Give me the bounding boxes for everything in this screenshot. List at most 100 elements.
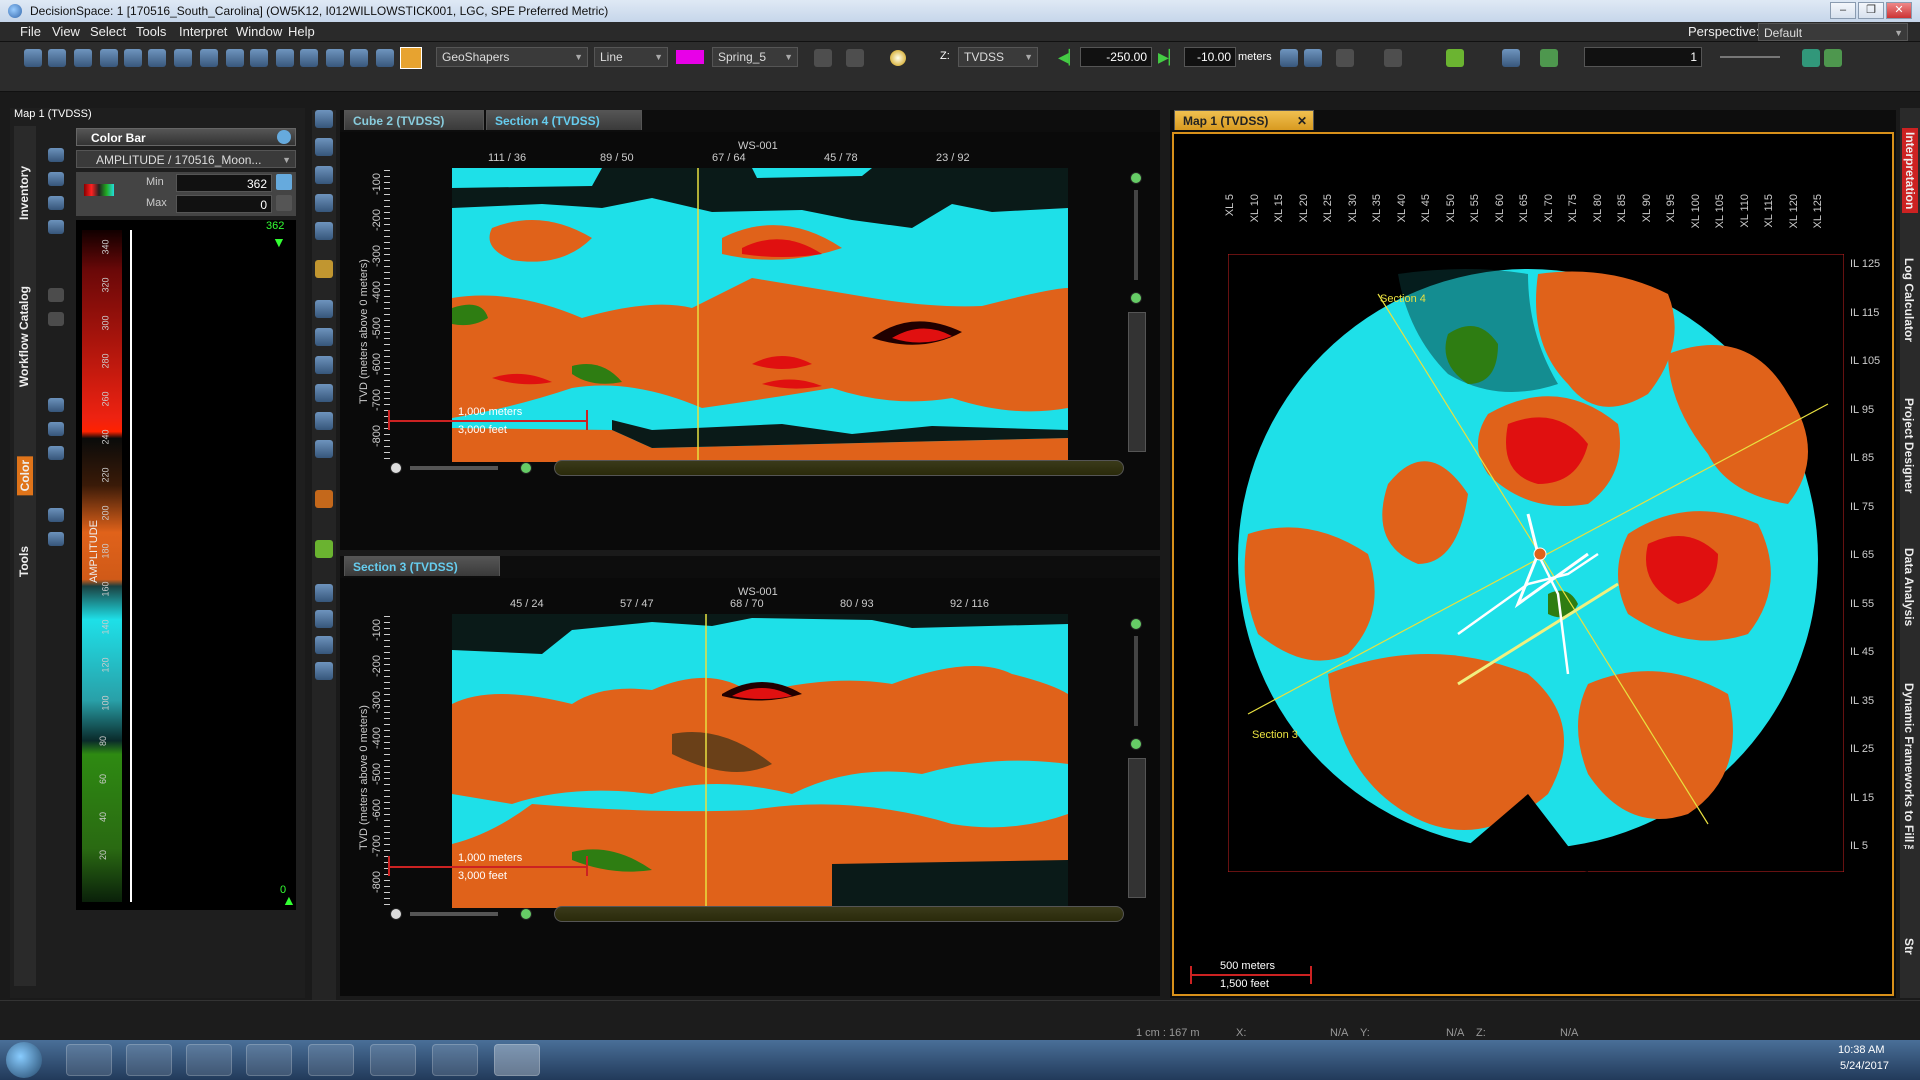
pan-icon[interactable] (315, 222, 333, 240)
z-step-input[interactable]: -10.00 (1184, 47, 1236, 67)
max-input[interactable]: 0 (176, 195, 272, 213)
map-icon[interactable] (226, 49, 244, 67)
export-icon[interactable] (376, 49, 394, 67)
tab-dynamic-frameworks[interactable]: Dynamic Frameworks to Fill™ (1902, 683, 1916, 856)
pointer-icon[interactable] (100, 49, 118, 67)
pin-icon[interactable] (1502, 49, 1520, 67)
tab-inventory[interactable]: Inventory (17, 166, 31, 220)
attribute-select[interactable]: AMPLITUDE / 170516_Moon... ▼ (76, 150, 296, 168)
tab-section-4[interactable]: Section 4 (TVDSS) (486, 110, 642, 130)
tool-active-icon[interactable] (315, 490, 333, 508)
menu-file[interactable]: File (20, 22, 41, 42)
colormap-preview[interactable] (84, 184, 114, 196)
top-vscroll[interactable] (1128, 312, 1146, 452)
undo-icon[interactable] (814, 49, 832, 67)
histogram-icon[interactable] (48, 422, 64, 436)
bottom-hzoom-slider[interactable] (410, 912, 498, 916)
bottom-zoom-out-icon[interactable] (1130, 738, 1142, 750)
snap-icon[interactable] (1540, 49, 1558, 67)
horizon-icon[interactable] (300, 49, 318, 67)
colorbar-settings-icon[interactable] (277, 130, 291, 144)
layers-icon[interactable] (315, 412, 333, 430)
notes-icon[interactable] (370, 1044, 416, 1076)
palette-icon[interactable] (48, 196, 64, 210)
tab-map-1[interactable]: Map 1 (TVDSS) ✕ (1174, 110, 1314, 130)
top-hzoom-slider[interactable] (410, 466, 498, 470)
counter-input[interactable]: 1 (1584, 47, 1702, 67)
tool-select[interactable]: GeoShapers ▼ (436, 47, 588, 67)
top-hzoom-out-icon[interactable] (390, 462, 402, 474)
decisionspace-icon[interactable] (494, 1044, 540, 1076)
maximize-button[interactable]: ❐ (1858, 2, 1884, 19)
tab-color[interactable]: Color (17, 456, 33, 496)
colormap-select[interactable]: Spring_5 ▼ (712, 47, 798, 67)
bottom-hzoom-out-icon[interactable] (390, 908, 402, 920)
bottom-vzoom-slider[interactable] (1134, 636, 1138, 726)
shape-icon[interactable] (315, 440, 333, 458)
tab-cube-2[interactable]: Cube 2 (TVDSS) (344, 110, 484, 130)
top-zoom-in-icon[interactable] (1130, 172, 1142, 184)
bottom-vscroll[interactable] (1128, 758, 1146, 898)
tab-str[interactable]: Str (1902, 938, 1916, 955)
tab-workflow-catalog[interactable]: Workflow Catalog (17, 286, 31, 387)
tweaker-icon[interactable] (308, 1044, 354, 1076)
grid-toggle-icon[interactable] (1802, 49, 1820, 67)
ie-icon[interactable] (66, 1044, 112, 1076)
bookmark-icon[interactable] (1336, 49, 1354, 67)
close-button[interactable]: ✕ (1886, 2, 1912, 19)
minimize-button[interactable]: – (1830, 2, 1856, 19)
zoom-in-icon[interactable] (315, 110, 333, 128)
cube-icon[interactable] (174, 49, 192, 67)
magnify-tool-icon[interactable] (315, 662, 333, 680)
bottom-handle-icon[interactable]: ▲ (282, 892, 296, 908)
pick-well-icon[interactable] (315, 356, 333, 374)
bottom-zoom-in-icon[interactable] (1130, 618, 1142, 630)
grid-icon[interactable] (350, 49, 368, 67)
home-icon[interactable] (1280, 49, 1298, 67)
tab-data-analysis[interactable]: Data Analysis (1902, 548, 1916, 626)
top-vzoom-slider[interactable] (1134, 190, 1138, 280)
menu-view[interactable]: View (52, 22, 80, 42)
wand-icon[interactable] (1446, 49, 1464, 67)
sun-icon[interactable] (890, 50, 906, 66)
pencil-icon[interactable] (400, 47, 422, 69)
crosshair-icon[interactable] (1824, 49, 1842, 67)
tab-tools[interactable]: Tools (17, 546, 31, 577)
top-hzoom-in-icon[interactable] (520, 462, 532, 474)
new-icon[interactable] (24, 49, 42, 67)
tab-section-3[interactable]: Section 3 (TVDSS) (344, 556, 500, 576)
save-icon[interactable] (48, 49, 66, 67)
tab-interpretation[interactable]: Interpretation (1902, 128, 1918, 214)
redo-colorbar-icon[interactable] (48, 312, 64, 326)
map-canvas[interactable]: XL 5 XL 10 XL 15 XL 20 XL 25 XL 30 XL 35 XL 40 X… (1172, 132, 1894, 996)
edit-colorbar-icon[interactable] (48, 220, 64, 234)
arrow2-icon[interactable] (315, 328, 333, 346)
explorer-icon[interactable] (126, 1044, 172, 1076)
menu-window[interactable]: Window (236, 22, 282, 42)
opacity-slider[interactable] (1720, 56, 1780, 58)
bottom-hscroll[interactable] (554, 906, 1124, 922)
well-icon[interactable] (276, 49, 294, 67)
lasso-tool-icon[interactable] (315, 636, 333, 654)
map-image[interactable]: Section 4 Section 3 (1228, 254, 1844, 872)
top-hscroll[interactable] (554, 460, 1124, 476)
zoom-fit-icon[interactable] (315, 138, 333, 156)
import-icon[interactable] (48, 508, 64, 522)
digitize-icon[interactable] (315, 384, 333, 402)
top-canvas[interactable]: WS-001 111 / 36 89 / 50 67 / 64 45 / 78 23 /… (340, 132, 1160, 550)
zoom-box-icon[interactable] (315, 166, 333, 184)
step-back-icon[interactable]: ◀▏ (1058, 49, 1080, 66)
tab-close-icon[interactable]: ✕ (1297, 111, 1307, 131)
media-player-icon[interactable] (186, 1044, 232, 1076)
layer-icon[interactable] (250, 49, 268, 67)
tab-project-designer[interactable]: Project Designer (1902, 398, 1916, 493)
system-tray[interactable] (1740, 1052, 1820, 1068)
clip-icon[interactable] (48, 446, 64, 460)
mode-select[interactable]: Line ▼ (594, 47, 668, 67)
refresh-colorbar-icon[interactable] (48, 172, 64, 186)
bottom-canvas[interactable]: WS-001 45 / 24 57 / 47 68 / 70 80 / 93 92 / … (340, 578, 1160, 996)
perspective-select[interactable]: Default ▼ (1758, 23, 1908, 41)
select-tool-icon[interactable] (315, 584, 333, 602)
menu-help[interactable]: Help (288, 22, 315, 42)
undo-colorbar-icon[interactable] (48, 288, 64, 302)
